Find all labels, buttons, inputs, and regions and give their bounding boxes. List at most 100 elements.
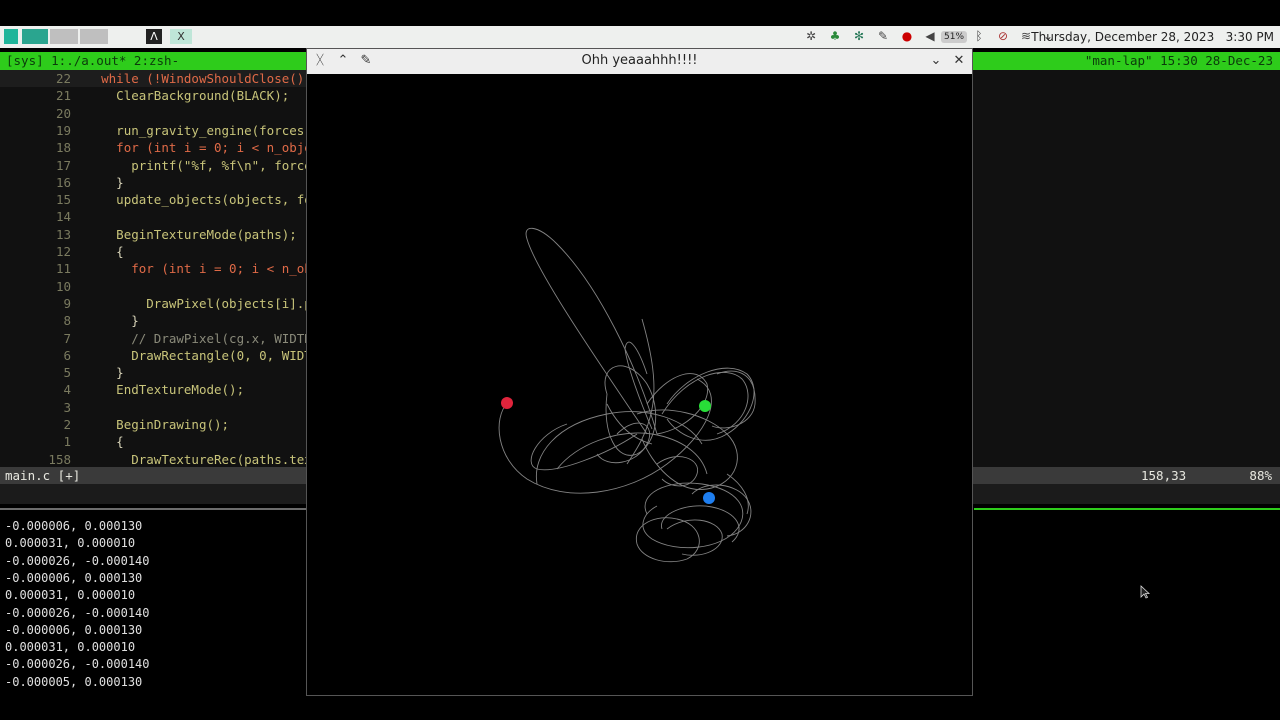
code-line[interactable]: 16 } <box>0 174 124 191</box>
code-text: DrawRectangle(0, 0, WIDTH <box>86 347 320 363</box>
feather-icon[interactable]: ✎ <box>876 29 890 43</box>
code-line[interactable]: 3 <box>0 399 86 416</box>
output-line: -0.000026, -0.000140 <box>5 657 150 672</box>
code-line[interactable]: 22 while (!WindowShouldClose()) <box>0 70 312 88</box>
code-line[interactable]: 11 for (int i = 0; i < n_obj <box>0 260 319 277</box>
bluetooth-icon[interactable]: ᛒ <box>972 29 986 43</box>
line-number: 158 <box>48 451 71 467</box>
code-line[interactable]: 15 update_objects(objects, for <box>0 191 319 208</box>
line-number: 14 <box>55 209 71 225</box>
gear-icon[interactable]: ✲ <box>804 29 818 43</box>
code-line[interactable]: 9 DrawPixel(objects[i].po <box>0 295 319 312</box>
code-text: ClearBackground(BLACK); <box>86 88 290 104</box>
code-line[interactable]: 6 DrawRectangle(0, 0, WIDTH <box>0 347 319 364</box>
pane-separator-active <box>974 508 1280 510</box>
output-line: 0.000031, 0.000010 <box>5 640 136 655</box>
window-titlebar[interactable]: ᚷ ⌃ ✎ Ohh yeaaahhh!!!! ⌄ ✕ <box>307 49 972 74</box>
code-text: } <box>86 313 139 329</box>
line-number: 21 <box>55 88 71 104</box>
workspace-1[interactable] <box>22 29 48 44</box>
line-number: 5 <box>63 365 71 381</box>
output-line: 0.000031, 0.000010 <box>5 588 136 603</box>
output-line: -0.000006, 0.000130 <box>5 519 143 533</box>
mouse-cursor <box>1140 585 1150 599</box>
workspace-2[interactable] <box>50 29 78 44</box>
close-icon[interactable]: ✕ <box>950 52 968 70</box>
vim-cursor-position: 158,33 <box>1141 468 1187 483</box>
code-line[interactable]: 14 <box>0 208 86 225</box>
line-number: 7 <box>63 330 71 346</box>
code-line[interactable]: 19 run_gravity_engine(forces, <box>0 122 312 139</box>
code-text: } <box>86 174 124 190</box>
code-text: { <box>86 434 124 450</box>
code-line[interactable]: 18 for (int i = 0; i < n_objec <box>0 139 319 156</box>
code-line[interactable]: 20 <box>0 105 86 122</box>
code-text: for (int i = 0; i < n_obj <box>86 261 320 277</box>
line-number: 17 <box>55 157 71 173</box>
output-line: 0.000031, 0.000010 <box>5 536 136 551</box>
line-number: 22 <box>55 71 71 86</box>
vim-scroll-percent: 88% <box>1249 468 1272 483</box>
line-number: 20 <box>55 105 71 121</box>
code-line[interactable]: 13 BeginTextureMode(paths); <box>0 226 297 243</box>
line-number: 6 <box>63 347 71 363</box>
code-text: { <box>86 244 124 259</box>
code-line[interactable]: 8 } <box>0 312 139 329</box>
minimize-icon[interactable]: ⌄ <box>927 52 945 70</box>
code-line[interactable]: 21 ClearBackground(BLACK); <box>0 87 289 104</box>
code-text: for (int i = 0; i < n_objec <box>86 140 320 156</box>
mic-muted-icon[interactable]: ⊘ <box>996 29 1010 43</box>
output-line: -0.000006, 0.000130 <box>5 622 143 637</box>
vim-filename: main.c [+] <box>5 468 81 483</box>
simulation-canvas <box>498 227 756 563</box>
output-line: -0.000005, 0.000130 <box>5 674 143 689</box>
code-line[interactable]: 4 EndTextureMode(); <box>0 381 244 398</box>
line-number: 15 <box>55 192 71 208</box>
line-number: 3 <box>63 399 71 415</box>
code-line[interactable]: 17 printf("%f, %f\n", forces <box>0 157 319 174</box>
code-text: EndTextureMode(); <box>86 382 245 398</box>
code-text: printf("%f, %f\n", forces <box>86 157 320 173</box>
code-line[interactable]: 5 } <box>0 364 124 381</box>
green-body <box>699 400 711 412</box>
window-title: Ohh yeaaahhh!!!! <box>581 53 698 68</box>
code-text: while (!WindowShouldClose()) <box>86 71 312 86</box>
tmux-window-list[interactable]: [sys] 1:./a.out* 2:zsh- <box>6 52 179 70</box>
code-line[interactable]: 2 BeginDrawing(); <box>0 416 229 433</box>
code-line[interactable]: 10 <box>0 278 86 295</box>
output-line: -0.000026, -0.000140 <box>5 553 150 568</box>
line-number: 10 <box>55 278 71 294</box>
code-text: } <box>86 365 124 381</box>
line-number: 1 <box>63 434 71 450</box>
code-line[interactable]: 12 { <box>0 243 124 260</box>
line-number: 16 <box>55 174 71 190</box>
workspace-3[interactable] <box>80 29 108 44</box>
code-line[interactable]: 7 // DrawPixel(cg.x, WIDTH <box>0 330 312 347</box>
line-number: 8 <box>63 313 71 329</box>
shell-output-pane[interactable]: -0.000006, 0.000130 0.000031, 0.000010 -0.… <box>0 518 306 698</box>
orbit-trails <box>498 227 756 563</box>
line-number: 18 <box>55 140 71 156</box>
battery-indicator[interactable]: 51% <box>941 31 968 43</box>
code-text: BeginTextureMode(paths); <box>86 226 297 242</box>
volume-icon[interactable]: ◀ <box>923 29 937 43</box>
terminal-icon[interactable]: Λ <box>146 29 162 44</box>
clock[interactable]: Thursday, December 28, 2023 3:30 PM <box>1031 30 1274 44</box>
red-body <box>501 397 513 409</box>
tray-app-icon[interactable]: ♣ <box>828 29 842 43</box>
tray-app-icon-2[interactable]: ✻ <box>852 29 866 43</box>
code-line[interactable]: 158 DrawTextureRec(paths.text <box>0 451 319 468</box>
code-text: DrawTextureRec(paths.text <box>86 451 320 467</box>
pane-separator <box>0 508 306 510</box>
simulation-window[interactable]: ᚷ ⌃ ✎ Ohh yeaaahhh!!!! ⌄ ✕ <box>306 48 973 696</box>
app-menu-icon[interactable] <box>4 29 18 44</box>
line-number: 19 <box>55 122 71 138</box>
code-text: // DrawPixel(cg.x, WIDTH <box>86 330 312 346</box>
output-line: -0.000006, 0.000130 <box>5 570 143 585</box>
top-panel: Λ X ✲ ♣ ✻ ✎ ● ◀ 51% ᛒ ⊘ ≋ ⌄ Thursday, De… <box>0 26 1280 48</box>
code-text: update_objects(objects, for <box>86 192 320 208</box>
record-icon[interactable]: ● <box>900 29 914 43</box>
raylib-icon[interactable]: X <box>170 29 192 44</box>
line-number: 4 <box>63 382 71 398</box>
code-line[interactable]: 1 { <box>0 433 124 450</box>
